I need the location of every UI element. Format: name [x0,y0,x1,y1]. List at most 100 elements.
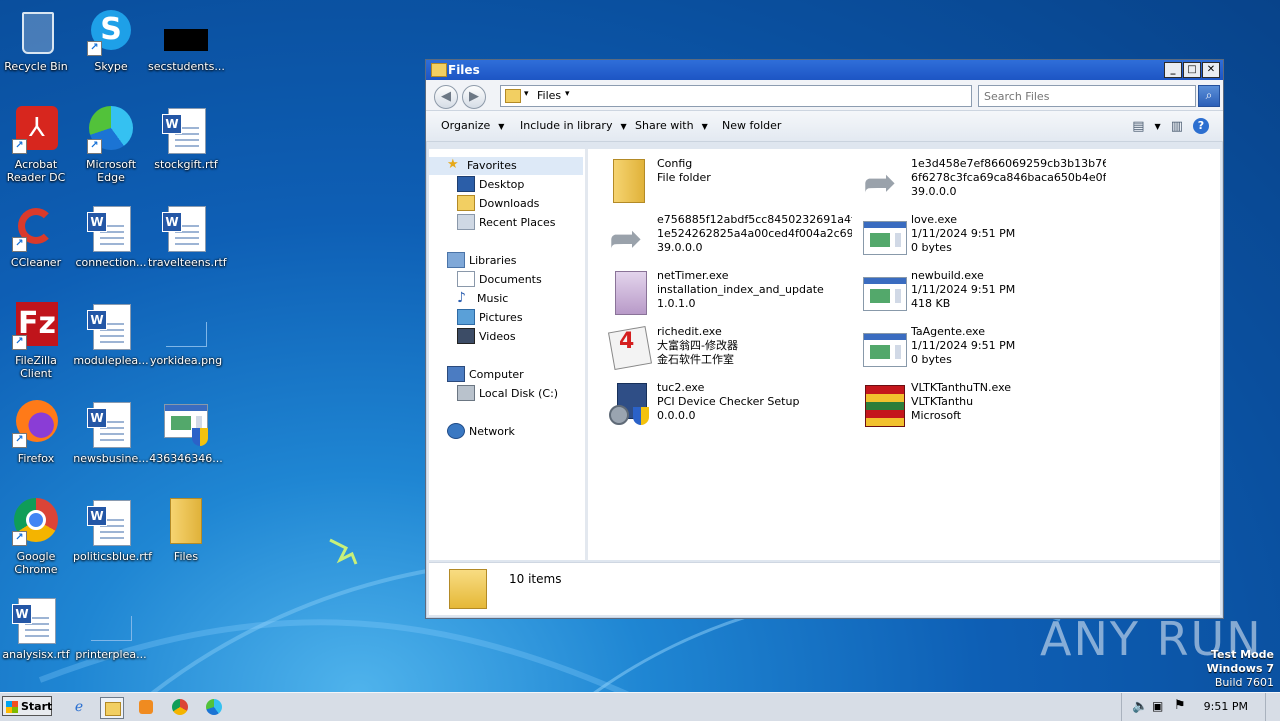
file-date: 1/11/2024 9:51 PM [911,339,1016,352]
file-item-vltktanthutn-exe[interactable]: VLTKTanthuTN.exe VLTKTanthu Microsoft [861,379,1106,431]
start-button[interactable]: Start [2,696,52,716]
desktop-icon-newsbusine[interactable]: W newsbusine... [73,400,149,465]
shortcut-arrow-icon: ➦ [863,160,897,206]
search-box[interactable] [978,85,1196,107]
nav-network[interactable]: Network [429,423,515,441]
file-item-config[interactable]: Config File folder [607,155,852,207]
include-in-library-button[interactable]: Include in library ▼ [520,119,627,132]
desktop-icon-edge[interactable]: ↗ Microsoft Edge [73,106,149,184]
desktop-icon-politicsblue[interactable]: W politicsblue.rtf [73,498,152,563]
change-view-icon[interactable]: ▤ [1132,119,1144,134]
nav-music[interactable]: ♪ Music [429,290,508,308]
address-bar[interactable]: ▾ Files ▾ ▾ ⟳ [500,85,1044,107]
edge-taskbar-icon[interactable] [203,697,225,717]
chevron-down-icon[interactable]: ▾ [524,89,529,99]
desktop-icon-recycle-bin[interactable]: Recycle Bin [0,8,74,73]
music-icon: ♪ [457,290,466,306]
desktop-icon-label: moduleplea... [73,354,149,367]
desktop-icon-label: yorkidea.png [149,354,223,367]
desktop-icon-stockgift[interactable]: W stockgift.rtf [148,106,224,171]
nav-local-disk[interactable]: Local Disk (C:) [429,385,558,403]
desktop-icon-label: newsbusine... [73,452,149,465]
nav-computer[interactable]: Computer [429,366,524,384]
help-icon[interactable]: ? [1193,118,1209,134]
nav-favorites[interactable]: ★ Favorites [429,157,583,175]
desktop-icon-label: politicsblue.rtf [73,550,152,563]
acrobat-icon: ⅄ ↗ [12,106,60,154]
search-input[interactable] [982,89,1166,104]
videos-icon [457,328,475,344]
file-name: 1e3d458e7ef866069259cb3b13b761e4 [911,157,1106,170]
chevron-down-icon: ▼ [701,122,708,131]
file-item-1e3d458e[interactable]: ➦ 1e3d458e7ef866069259cb3b13b761e46f6278… [861,155,1106,207]
desktop-icon-yorkidea[interactable]: yorkidea.png [148,302,224,367]
nav-documents[interactable]: Documents [429,271,542,289]
share-with-button[interactable]: Share with ▼ [635,119,708,132]
file-item-love-exe[interactable]: love.exe 1/11/2024 9:51 PM 0 bytes [861,211,1106,263]
nav-recent-places[interactable]: Recent Places [429,214,556,232]
minimize-button[interactable]: _ [1164,62,1182,78]
internet-explorer-icon[interactable]: ℯ [68,697,90,717]
nav-videos[interactable]: Videos [429,328,516,346]
desktop-icon-moduleplea[interactable]: W moduleplea... [73,302,149,367]
file-item-taagente-exe[interactable]: TaAgente.exe 1/11/2024 9:51 PM 0 bytes [861,323,1106,375]
libraries-icon [447,252,465,268]
nav-downloads[interactable]: Downloads [429,195,539,213]
file-company: 金石软件工作室 [657,353,734,366]
png-icon [87,596,135,644]
desktop-icon-436346346[interactable]: 436346346... [148,400,224,465]
close-button[interactable]: ✕ [1202,62,1220,78]
shortcut-arrow-icon: ➦ [609,216,643,262]
action-center-flag-icon[interactable]: ⚑ [1174,698,1186,713]
desktop-icon-acrobat[interactable]: ⅄ ↗ Acrobat Reader DC [0,106,74,184]
file-item-newbuild-exe[interactable]: newbuild.exe 1/11/2024 9:51 PM 418 KB [861,267,1106,319]
file-item-nettimer-exe[interactable]: netTimer.exe installation_index_and_updat… [607,267,852,319]
desktop-icon-printerplea[interactable]: printerplea... [73,596,149,661]
file-detail: VLTKTanthu [911,395,974,408]
file-version: 0.0.0.0 [657,409,696,422]
show-desktop-button[interactable] [1265,693,1280,721]
desktop-icon-label: Microsoft Edge [85,158,137,184]
organize-button[interactable]: Organize ▼ [441,119,504,132]
file-version: 39.0.0.0 [657,241,703,254]
desktop-icon-secstudents[interactable]: secstudents... [148,8,225,73]
back-button[interactable]: ◀ [434,85,458,109]
new-folder-button[interactable]: New folder [722,119,781,132]
breadcrumb[interactable]: Files [537,89,561,102]
nav-desktop[interactable]: Desktop [429,176,524,194]
network-tray-icon[interactable]: ▣ [1152,699,1163,713]
desktop-icon-ccleaner[interactable]: ↗ CCleaner [0,204,74,269]
explorer-taskbar-icon[interactable] [100,697,124,719]
desktop-icon-files[interactable]: Files [148,498,224,563]
desktop-icon-analysisx[interactable]: W analysisx.rtf [0,596,74,661]
downloads-icon [457,195,475,211]
chrome-taskbar-icon[interactable] [169,697,191,717]
desktop-icon-chrome[interactable]: ↗ Google Chrome [0,498,74,576]
preview-pane-icon[interactable]: ▥ [1171,119,1183,134]
desktop-icon-connection[interactable]: W connection... [73,204,149,269]
desktop-icon-filezilla[interactable]: Fz ↗ FileZilla Client [0,302,74,380]
chevron-down-icon[interactable]: ▾ [565,89,570,99]
file-item-richedit-exe[interactable]: 4 richedit.exe 大富翁四-修改器 金石软件工作室 [607,323,852,375]
folder-icon [162,498,210,546]
chevron-down-icon[interactable]: ▼ [1155,122,1161,131]
clock[interactable]: 9:51 PM [1204,700,1248,713]
desktop-icon-skype[interactable]: S ↗ Skype [73,8,149,73]
desktop-icon-firefox[interactable]: ↗ Firefox [0,400,74,465]
file-item-tuc2-exe[interactable]: tuc2.exe PCI Device Checker Setup 0.0.0.0 [607,379,852,431]
file-detail: PCI Device Checker Setup [657,395,800,408]
file-name: e756885f12abdf5cc8450232691a4f55c [657,213,852,226]
title-bar[interactable]: Files _ □ ✕ [426,60,1223,80]
file-name: netTimer.exe [657,269,729,282]
volume-icon[interactable]: 🔈 [1132,699,1148,714]
maximize-button[interactable]: □ [1183,62,1201,78]
nav-libraries[interactable]: Libraries [429,252,517,270]
file-item-e756885f[interactable]: ➦ e756885f12abdf5cc8450232691a4f55c1e524… [607,211,852,263]
nav-pictures[interactable]: Pictures [429,309,523,327]
desktop-icon-travelteens[interactable]: W travelteens.rtf [148,204,227,269]
media-player-icon[interactable] [135,697,157,717]
forward-button[interactable]: ▶ [462,85,486,109]
test-mode-notice: Test Mode Windows 7 Build 7601 [1207,648,1274,690]
folder-icon [449,569,487,609]
search-icon[interactable]: ⌕ [1198,85,1220,107]
